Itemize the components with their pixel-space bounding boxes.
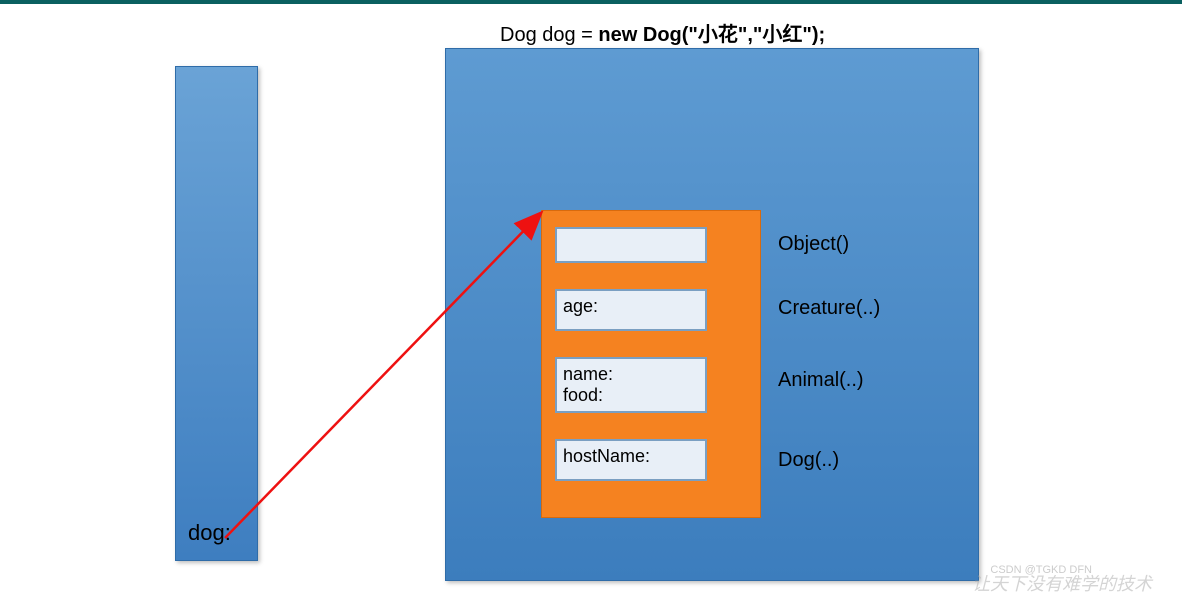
code-bold: new Dog("小花","小红"); bbox=[598, 24, 825, 46]
slot-animal: name: food: bbox=[555, 357, 707, 413]
slot-object bbox=[555, 227, 707, 263]
object-box: age: name: food: hostName: bbox=[541, 210, 761, 518]
label-dog: Dog(..) bbox=[778, 449, 839, 472]
stack-variable-label: dog: bbox=[188, 520, 231, 546]
watermark-text: 让天下没有难学的技术 bbox=[972, 570, 1152, 596]
heap-box: age: name: food: hostName: Object() Crea… bbox=[445, 48, 979, 581]
code-expression: Dog dog = new Dog("小花","小红"); bbox=[500, 18, 825, 47]
label-creature: Creature(..) bbox=[778, 297, 880, 320]
slot-dog: hostName: bbox=[555, 439, 707, 481]
slot-creature: age: bbox=[555, 289, 707, 331]
label-object: Object() bbox=[778, 233, 849, 256]
label-animal: Animal(..) bbox=[778, 369, 864, 392]
stack-box: dog: bbox=[175, 66, 258, 561]
code-prefix: Dog dog = bbox=[500, 24, 598, 46]
